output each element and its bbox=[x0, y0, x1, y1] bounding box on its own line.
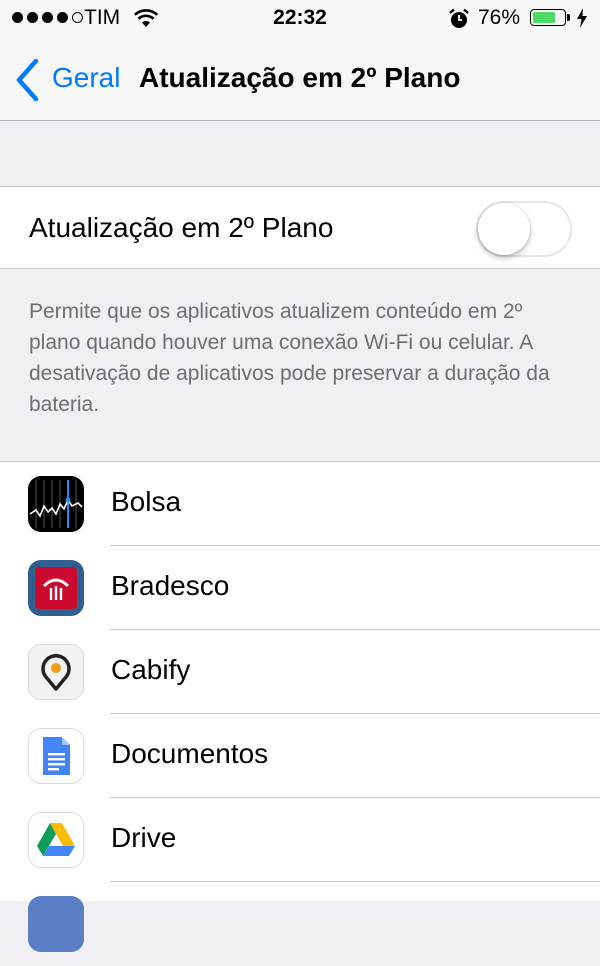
bradesco-icon bbox=[28, 560, 84, 616]
app-name: Drive bbox=[111, 822, 177, 853]
navigation-bar: Geral Atualização em 2º Plano bbox=[0, 40, 600, 121]
background-refresh-row: Atualização em 2º Plano bbox=[0, 186, 600, 269]
battery-tip bbox=[567, 14, 570, 21]
app-list: Bolsa Bradesco Cabify Documentos Drive bbox=[0, 461, 600, 952]
stocks-icon bbox=[28, 476, 84, 532]
partial-app-icon bbox=[28, 896, 84, 952]
status-bar: TIM 22:32 76% bbox=[0, 0, 600, 40]
drive-icon bbox=[28, 812, 84, 868]
battery-level bbox=[533, 12, 555, 23]
app-row-documentos: Documentos bbox=[0, 714, 600, 798]
battery-icon bbox=[530, 9, 566, 26]
page-title: Atualização em 2º Plano bbox=[139, 62, 461, 93]
charging-icon bbox=[577, 8, 587, 28]
background-refresh-label: Atualização em 2º Plano bbox=[29, 212, 334, 243]
app-row-bradesco: Bradesco bbox=[0, 546, 600, 630]
app-row-drive: Drive bbox=[0, 798, 600, 882]
app-name: Documentos bbox=[111, 738, 269, 769]
app-name: Bradesco bbox=[111, 570, 230, 601]
app-row-cabify: Cabify bbox=[0, 630, 600, 714]
app-name: Bolsa bbox=[111, 486, 182, 517]
back-chevron-icon[interactable] bbox=[14, 58, 40, 102]
app-name: Cabify bbox=[111, 654, 191, 685]
back-button[interactable]: Geral bbox=[52, 62, 120, 94]
alarm-icon bbox=[449, 8, 469, 28]
background-refresh-description: Permite que os aplicativos atualizem con… bbox=[29, 300, 550, 416]
battery-percentage: 76% bbox=[478, 6, 521, 29]
docs-icon bbox=[28, 728, 84, 784]
cabify-icon bbox=[28, 644, 84, 700]
app-row-partial bbox=[0, 882, 600, 966]
background-refresh-switch[interactable] bbox=[476, 201, 572, 257]
app-row-bolsa: Bolsa bbox=[0, 462, 600, 546]
switch-knob bbox=[478, 203, 530, 255]
